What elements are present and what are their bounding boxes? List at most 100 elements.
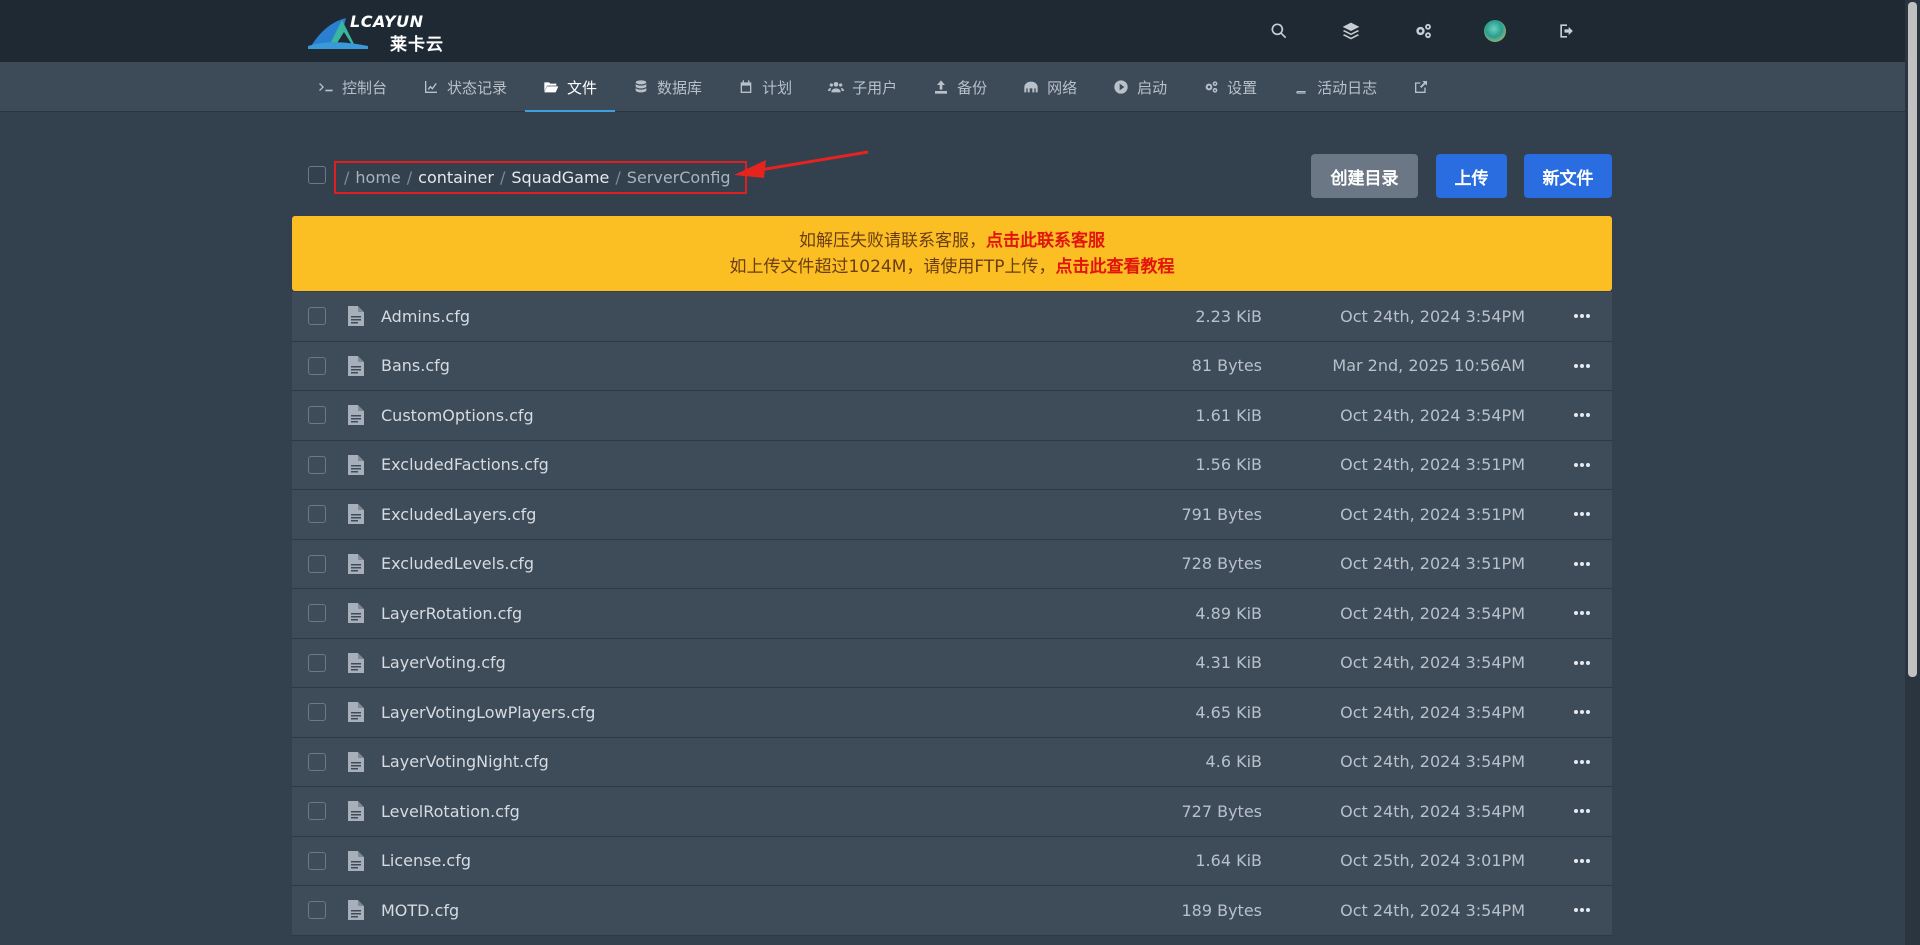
more-options-icon[interactable] <box>1570 403 1594 427</box>
file-row[interactable]: LayerRotation.cfg 4.89 KiB Oct 24th, 2024 … <box>292 589 1612 639</box>
file-checkbox[interactable] <box>308 455 326 474</box>
file-row[interactable]: License.cfg 1.64 KiB Oct 25th, 2024 3:01PM <box>292 836 1612 886</box>
more-options-icon[interactable] <box>1570 898 1594 922</box>
nav-tab-label: 备份 <box>957 78 988 97</box>
more-options-icon[interactable] <box>1570 502 1594 526</box>
more-options-icon[interactable] <box>1570 354 1594 378</box>
nav-tab-4[interactable]: 计划 <box>720 62 810 112</box>
more-options-icon[interactable] <box>1570 601 1594 625</box>
file-checkbox[interactable] <box>308 554 326 573</box>
file-name[interactable]: Admins.cfg <box>381 307 470 326</box>
file-row[interactable]: ExcludedFactions.cfg 1.56 KiB Oct 24th, 20… <box>292 440 1612 490</box>
file-name[interactable]: LayerVotingNight.cfg <box>381 752 549 771</box>
breadcrumb-separator: / <box>344 168 350 187</box>
nav-tab-2[interactable]: 文件 <box>525 62 616 112</box>
file-name[interactable]: LayerVotingLowPlayers.cfg <box>381 703 595 722</box>
file-name[interactable]: ExcludedLayers.cfg <box>381 505 536 524</box>
upload-icon <box>933 79 949 95</box>
layers-icon[interactable] <box>1333 16 1369 46</box>
nav-tab-0[interactable]: 控制台 <box>300 62 405 112</box>
breadcrumb-item[interactable]: home <box>355 168 400 187</box>
file-checkbox[interactable] <box>308 604 326 622</box>
more-options-icon[interactable] <box>1570 552 1594 576</box>
file-row[interactable]: LevelRotation.cfg 727 Bytes Oct 24th, 2024… <box>292 787 1612 837</box>
file-checkbox[interactable] <box>308 406 326 424</box>
more-options-icon[interactable] <box>1570 799 1594 823</box>
file-row[interactable]: Bans.cfg 81 Bytes Mar 2nd, 2025 10:56AM <box>292 341 1612 391</box>
top-icons <box>1261 16 1585 46</box>
tutorial-link[interactable]: 点击此查看教程 <box>1056 257 1175 277</box>
cogs-icon[interactable] <box>1405 16 1441 46</box>
breadcrumb-item[interactable]: SquadGame <box>511 168 609 187</box>
logo-text-top: LCAYUN <box>350 12 424 31</box>
file-row[interactable]: MOTD.cfg 189 Bytes Oct 24th, 2024 3:54PM <box>292 886 1612 936</box>
nav-tab-1[interactable]: 状态记录 <box>405 62 525 112</box>
logo[interactable]: LCAYUN 莱卡云 <box>308 12 453 55</box>
file-modified-date: Oct 24th, 2024 3:51PM <box>1340 554 1525 574</box>
file-row[interactable]: LayerVotingLowPlayers.cfg 4.65 KiB Oct 24t… <box>292 688 1612 738</box>
external-link-icon <box>1413 79 1429 95</box>
nav-tab-5[interactable]: 子用户 <box>810 62 915 112</box>
avatar[interactable] <box>1477 16 1513 46</box>
file-row[interactable]: LayerVoting.cfg 4.31 KiB Oct 24th, 2024 3:… <box>292 638 1612 688</box>
nav-tab-label: 计划 <box>762 78 793 97</box>
file-name[interactable]: MOTD.cfg <box>381 901 459 920</box>
logout-icon[interactable] <box>1549 16 1585 46</box>
upload-button[interactable]: 上传 <box>1436 154 1507 198</box>
file-name[interactable]: LayerVoting.cfg <box>381 653 506 672</box>
more-options-icon[interactable] <box>1570 750 1594 774</box>
nav-tab-10[interactable]: 活动日志 <box>1275 62 1395 112</box>
nav-tab-external[interactable] <box>1395 62 1447 112</box>
nav-tab-7[interactable]: 网络 <box>1005 62 1095 112</box>
file-checkbox[interactable] <box>308 356 326 375</box>
select-all-checkbox[interactable] <box>308 166 326 184</box>
more-options-icon[interactable] <box>1570 651 1594 675</box>
file-checkbox[interactable] <box>308 653 326 672</box>
more-options-icon[interactable] <box>1570 453 1594 477</box>
nav-tab-9[interactable]: 设置 <box>1185 62 1275 112</box>
breadcrumb-item: ServerConfig <box>626 168 731 187</box>
scrollbar-track[interactable] <box>1905 0 1920 945</box>
nav-tab-6[interactable]: 备份 <box>915 62 1005 112</box>
file-checkbox[interactable] <box>308 802 326 820</box>
users-icon <box>828 79 845 95</box>
nav-tab-8[interactable]: 启动 <box>1095 62 1185 112</box>
new-file-button[interactable]: 新文件 <box>1524 154 1612 198</box>
file-name[interactable]: ExcludedLevels.cfg <box>381 554 534 573</box>
file-checkbox[interactable] <box>308 901 326 919</box>
scrollbar-thumb[interactable] <box>1908 2 1917 677</box>
notice-line-1: 如解压失败请联系客服，点击此联系客服 <box>292 228 1612 254</box>
file-row[interactable]: LayerVotingNight.cfg 4.6 KiB Oct 24th, 202… <box>292 737 1612 787</box>
file-icon <box>348 900 364 920</box>
file-name[interactable]: License.cfg <box>381 851 471 870</box>
file-row[interactable]: Admins.cfg 2.23 KiB Oct 24th, 2024 3:54PM <box>292 292 1612 342</box>
file-name[interactable]: CustomOptions.cfg <box>381 406 534 425</box>
more-options-icon[interactable] <box>1570 849 1594 873</box>
file-name[interactable]: ExcludedFactions.cfg <box>381 455 549 474</box>
more-options-icon[interactable] <box>1570 700 1594 724</box>
breadcrumb-item[interactable]: container <box>418 168 494 187</box>
file-size: 4.6 KiB <box>1205 752 1262 772</box>
folder-open-icon <box>543 79 559 95</box>
more-options-icon[interactable] <box>1570 304 1594 328</box>
cogs-icon <box>1203 79 1219 95</box>
search-icon[interactable] <box>1261 16 1297 46</box>
file-icon <box>348 652 364 673</box>
file-row[interactable]: ExcludedLayers.cfg 791 Bytes Oct 24th, 202… <box>292 490 1612 540</box>
file-name[interactable]: Bans.cfg <box>381 356 450 375</box>
nav-tab-3[interactable]: 数据库 <box>615 62 720 112</box>
file-checkbox[interactable] <box>308 851 326 870</box>
contact-support-link[interactable]: 点击此联系客服 <box>986 231 1105 251</box>
file-row[interactable]: CustomOptions.cfg 1.61 KiB Oct 24th, 2024 … <box>292 391 1612 441</box>
file-size: 791 Bytes <box>1181 504 1262 524</box>
file-name[interactable]: LayerRotation.cfg <box>381 604 522 623</box>
nav-tab-label: 文件 <box>567 78 598 97</box>
nav-tab-label: 启动 <box>1137 78 1168 97</box>
create-directory-button[interactable]: 创建目录 <box>1311 154 1418 198</box>
file-checkbox[interactable] <box>308 505 326 523</box>
file-row[interactable]: ExcludedLevels.cfg 728 Bytes Oct 24th, 202… <box>292 539 1612 589</box>
file-checkbox[interactable] <box>308 703 326 721</box>
file-checkbox[interactable] <box>308 307 326 325</box>
file-name[interactable]: LevelRotation.cfg <box>381 802 520 821</box>
file-checkbox[interactable] <box>308 752 326 771</box>
